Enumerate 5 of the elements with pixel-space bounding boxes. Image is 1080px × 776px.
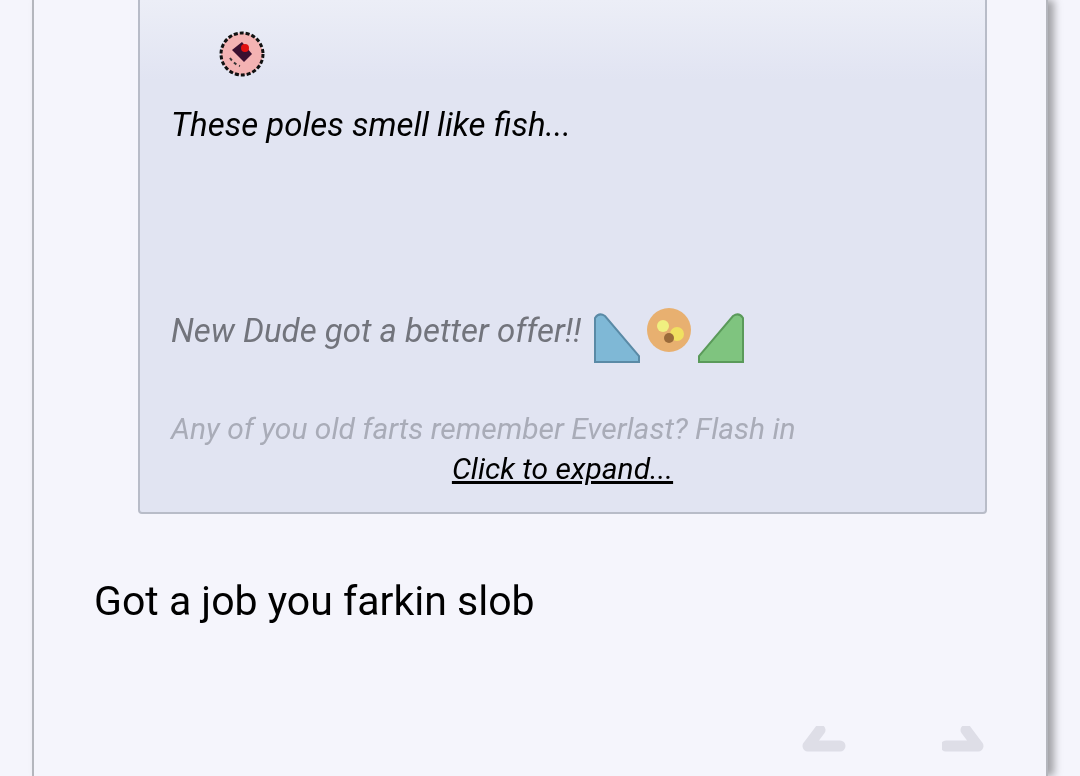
- quote-line: Any of you old farts remember Everlast? Flash in: [171, 414, 796, 444]
- expand-link[interactable]: Click to expand...: [451, 451, 674, 487]
- quote-line: New Dude got a better offer!!: [171, 311, 582, 351]
- quote-line: These poles smell like fish...: [171, 105, 571, 145]
- post-text: Got a job you farkin slob: [94, 576, 536, 626]
